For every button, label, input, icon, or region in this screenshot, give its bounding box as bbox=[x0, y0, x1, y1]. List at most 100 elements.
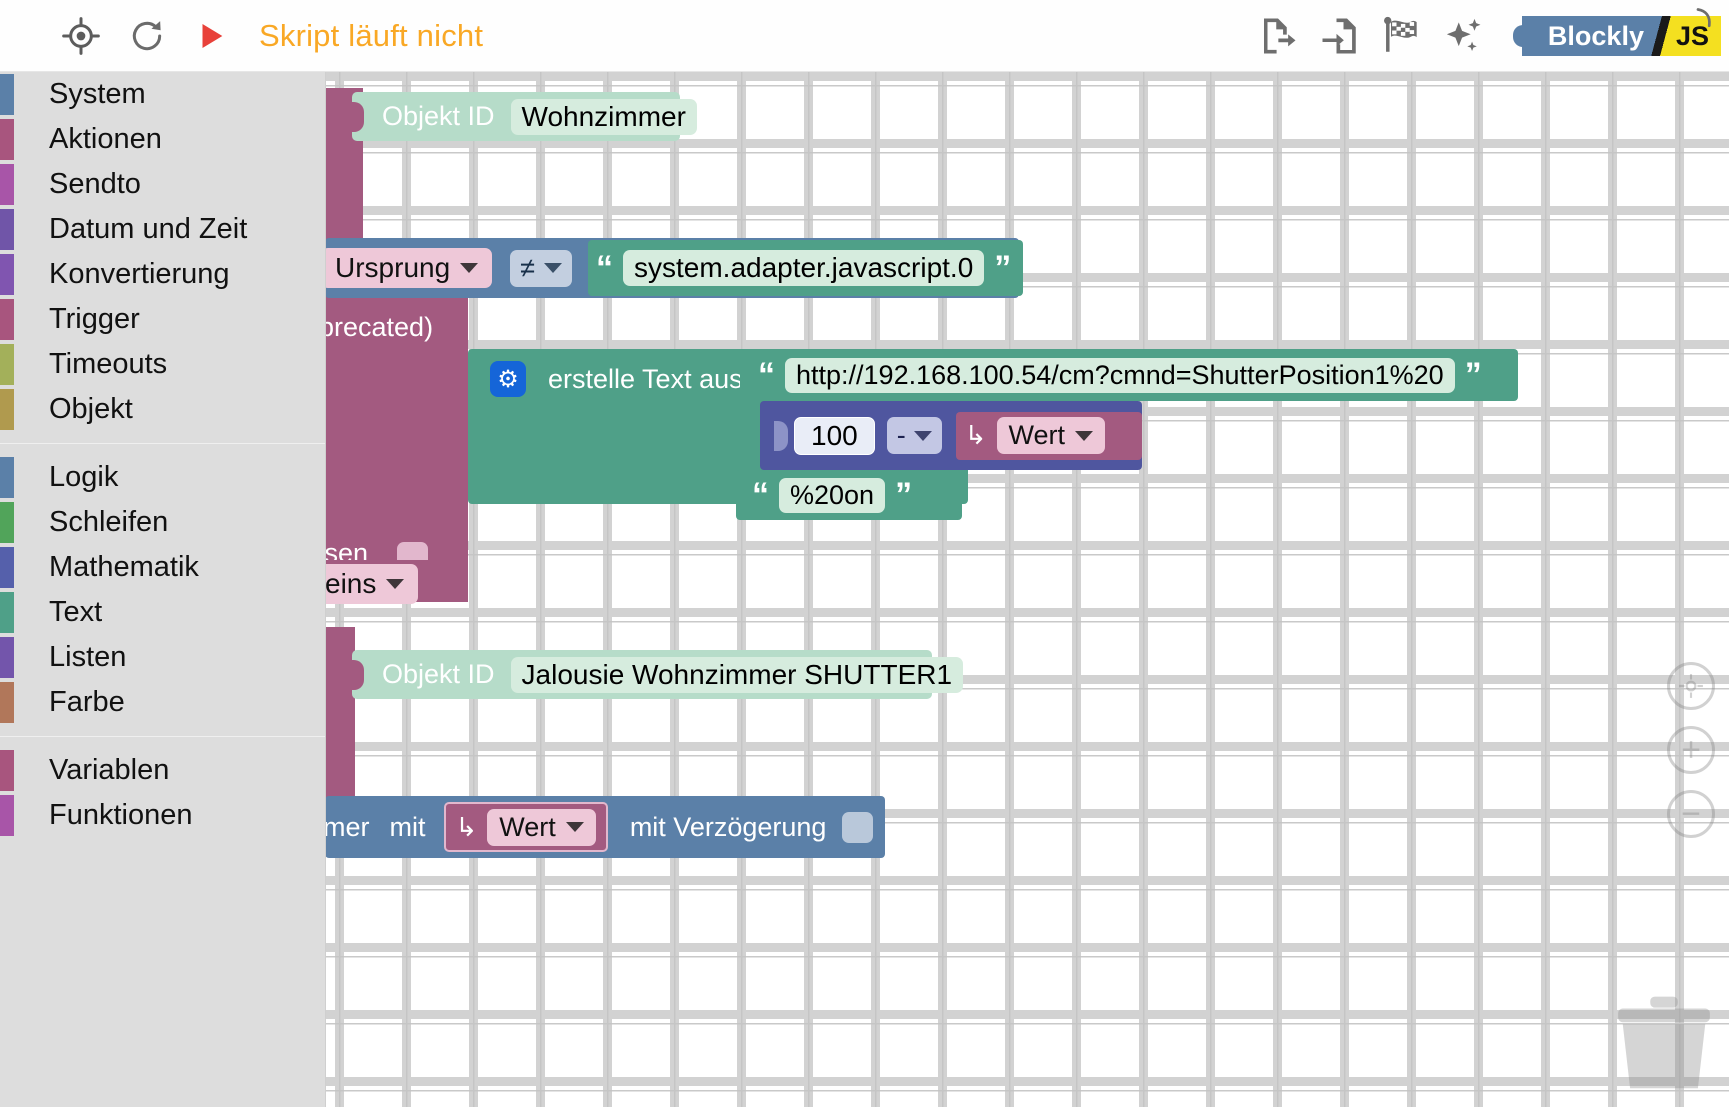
quote-close-icon: ” bbox=[1464, 356, 1482, 394]
variable-dropdown-wert-2[interactable]: Wert bbox=[487, 808, 596, 846]
toolbox-category-text[interactable]: Text bbox=[0, 590, 325, 635]
zoom-in-button[interactable]: + bbox=[1667, 726, 1715, 774]
category-label: Logik bbox=[49, 461, 119, 493]
category-label: Trigger bbox=[49, 303, 140, 335]
category-color-swatch bbox=[0, 750, 14, 791]
eins-dropdown[interactable]: eins bbox=[311, 564, 419, 604]
category-color-swatch bbox=[0, 795, 14, 836]
toolbar: Skript läuft nicht Blockly JS bbox=[0, 0, 1729, 72]
target-crosshair-icon[interactable] bbox=[55, 10, 107, 62]
delay-checkbox[interactable] bbox=[842, 811, 874, 843]
import-blocks-icon[interactable] bbox=[1314, 10, 1366, 62]
math-operator-dropdown[interactable]: - bbox=[886, 417, 942, 454]
toolbox-category-schleifen[interactable]: Schleifen bbox=[0, 500, 325, 545]
math-subtract-block[interactable]: 100 - ↳ Wert bbox=[760, 401, 1142, 470]
category-color-swatch bbox=[0, 299, 14, 340]
ursprung-dropdown[interactable]: Ursprung bbox=[321, 248, 493, 288]
objekt-id-block-2[interactable]: Objekt ID Jalousie Wohnzimmer SHUTTER1 bbox=[350, 650, 964, 699]
gear-mutator-icon[interactable]: ⚙ bbox=[490, 361, 526, 397]
category-color-swatch bbox=[0, 344, 14, 385]
category-label: Funktionen bbox=[49, 799, 193, 831]
toolbox-category-konvertierung[interactable]: Konvertierung bbox=[0, 252, 325, 297]
toolbox-category-aktionen[interactable]: Aktionen bbox=[0, 117, 325, 162]
trash-can-icon bbox=[1618, 996, 1710, 1089]
blockly-js-toggle[interactable]: Blockly JS bbox=[1512, 16, 1721, 56]
checkered-flag-icon[interactable] bbox=[1376, 10, 1428, 62]
toolbox-flyout[interactable]: System Aktionen Sendto Datum und Zeit Ko… bbox=[0, 72, 326, 1107]
toolbox-separator bbox=[0, 443, 325, 444]
variable-block-wert-2[interactable]: ↳ Wert bbox=[443, 802, 608, 852]
variable-block-wert-1[interactable]: ↳ Wert bbox=[955, 411, 1142, 460]
objekt-id-block-1[interactable]: Objekt ID Wohnzimmer bbox=[350, 92, 697, 141]
toolbox-category-trigger[interactable]: Trigger bbox=[0, 297, 325, 342]
chevron-down-icon bbox=[460, 263, 479, 273]
objekt-id-value-field[interactable]: Wohnzimmer bbox=[510, 98, 697, 135]
operator-dropdown[interactable]: ≠ bbox=[510, 249, 572, 287]
category-label: Farbe bbox=[49, 686, 125, 718]
zoom-controls: + − bbox=[1667, 662, 1715, 838]
toolbox-category-farbe[interactable]: Farbe bbox=[0, 680, 325, 725]
aktionen-block-body-5[interactable] bbox=[325, 627, 355, 772]
toolbox-category-listen[interactable]: Listen bbox=[0, 635, 325, 680]
category-label: Objekt bbox=[49, 393, 133, 425]
category-label: Listen bbox=[49, 641, 127, 673]
toolbox-group-2: Variablen Funktionen bbox=[0, 748, 325, 838]
block-plug bbox=[774, 420, 788, 451]
objekt-id-value-field[interactable]: Jalousie Wohnzimmer SHUTTER1 bbox=[510, 656, 964, 693]
toolbox-group-0: System Aktionen Sendto Datum und Zeit Ko… bbox=[0, 72, 325, 432]
block-plug bbox=[350, 659, 364, 690]
toolbox-category-mathematik[interactable]: Mathematik bbox=[0, 545, 325, 590]
on-text-block[interactable]: “ %20on ” bbox=[736, 470, 962, 520]
category-color-swatch bbox=[0, 547, 14, 588]
toolbox-group-1: Logik Schleifen Mathematik Text Listen F… bbox=[0, 455, 325, 725]
operator-label: ≠ bbox=[520, 252, 535, 283]
text-string-block-adapter[interactable]: “ system.adapter.javascript.0 ” bbox=[588, 240, 1024, 296]
sparkles-icon[interactable] bbox=[1438, 10, 1490, 62]
reload-icon[interactable] bbox=[121, 10, 173, 62]
toolbox-separator bbox=[0, 736, 325, 737]
zoom-out-button[interactable]: − bbox=[1667, 790, 1715, 838]
adapter-text-field[interactable]: system.adapter.javascript.0 bbox=[623, 250, 985, 286]
run-status-text: Skript läuft nicht bbox=[259, 17, 484, 53]
category-label: System bbox=[49, 78, 146, 110]
eins-dropdown-label: eins bbox=[325, 568, 377, 599]
category-color-swatch bbox=[0, 457, 14, 498]
chevron-down-icon bbox=[544, 263, 562, 273]
category-label: Datum und Zeit bbox=[49, 213, 248, 245]
comparison-block[interactable]: Ursprung ≠ “ system.adapter.javascript.0… bbox=[321, 238, 1024, 298]
math-number-field[interactable]: 100 bbox=[794, 416, 875, 455]
toolbox-category-objekt[interactable]: Objekt bbox=[0, 387, 325, 432]
toolbox-category-system[interactable]: System bbox=[0, 72, 325, 117]
play-icon[interactable] bbox=[185, 10, 237, 62]
toolbox-category-timeouts[interactable]: Timeouts bbox=[0, 342, 325, 387]
on-text-field[interactable]: %20on bbox=[779, 477, 886, 513]
aktionen-block-body-3[interactable]: precated) ssen bbox=[311, 298, 468, 602]
delay-mit-label: mit bbox=[389, 811, 426, 842]
category-label: Timeouts bbox=[49, 348, 168, 380]
objekt-id-label: Objekt ID bbox=[382, 659, 495, 689]
category-color-swatch bbox=[0, 74, 14, 115]
chevron-down-icon bbox=[913, 430, 932, 441]
math-operator-label: - bbox=[896, 420, 906, 450]
delay-suffix-label: mit Verzögerung bbox=[629, 811, 827, 842]
variable-label: Wert bbox=[499, 811, 556, 842]
badge-divider bbox=[1647, 16, 1674, 56]
variable-arrow-icon: ↳ bbox=[964, 420, 987, 450]
aktionen-block-body-4[interactable]: eins bbox=[311, 560, 468, 604]
zoom-center-icon[interactable] bbox=[1667, 662, 1715, 710]
corner-swoosh-icon bbox=[1696, 8, 1711, 28]
badge-notch bbox=[1512, 16, 1538, 56]
toolbox-category-variablen[interactable]: Variablen bbox=[0, 748, 325, 793]
quote-open-icon: “ bbox=[758, 356, 775, 394]
url-text-field[interactable]: http://192.168.100.54/cm?cmnd=ShutterPos… bbox=[785, 357, 1455, 393]
variable-dropdown-wert-1[interactable]: Wert bbox=[996, 417, 1106, 454]
url-text-block[interactable]: “ http://192.168.100.54/cm?cmnd=ShutterP… bbox=[740, 349, 1518, 401]
toolbox-category-sendto[interactable]: Sendto bbox=[0, 162, 325, 207]
toolbox-category-logik[interactable]: Logik bbox=[0, 455, 325, 500]
category-color-swatch bbox=[0, 592, 14, 633]
delay-block[interactable]: mer mit ↳ Wert mit Verzögerung bbox=[323, 796, 885, 858]
toolbox-category-funktionen[interactable]: Funktionen bbox=[0, 793, 325, 838]
category-color-swatch bbox=[0, 209, 14, 250]
toolbox-category-datum-und-zeit[interactable]: Datum und Zeit bbox=[0, 207, 325, 252]
export-blocks-icon[interactable] bbox=[1252, 10, 1304, 62]
